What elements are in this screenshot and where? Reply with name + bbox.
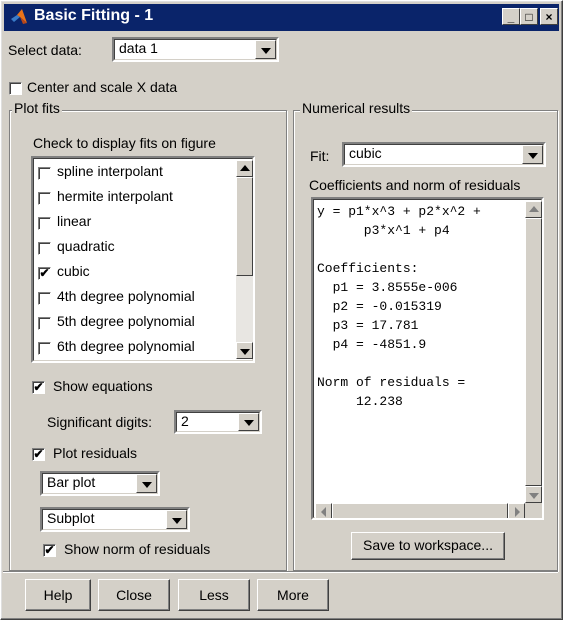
fit-dropdown-value: cubic xyxy=(349,145,382,161)
center-scale-label: Center and scale X data xyxy=(27,79,178,95)
results-caption: Coefficients and norm of residuals xyxy=(309,177,521,193)
fit-dropdown[interactable]: cubic xyxy=(342,142,546,167)
residual-plot-type-value: Bar plot xyxy=(47,474,96,490)
fits-list-caption: Check to display fits on figure xyxy=(33,135,216,151)
window-title: Basic Fitting - 1 xyxy=(34,7,154,24)
arrow-left-icon xyxy=(320,506,326,517)
fit-item-label: cubic xyxy=(57,263,90,279)
fit-item-label: 4th degree polynomial xyxy=(57,288,195,304)
residual-location-dropdown-button[interactable] xyxy=(166,510,187,529)
arrow-down-icon xyxy=(528,492,539,499)
matlab-logo-icon xyxy=(11,9,27,24)
fit-checkbox[interactable] xyxy=(38,342,51,355)
help-button[interactable]: Help xyxy=(25,579,91,611)
plot-residuals-checkbox[interactable]: ✔ xyxy=(32,448,45,461)
fit-item-spline[interactable]: spline interpolant xyxy=(35,160,235,186)
show-norm-checkbox[interactable]: ✔ xyxy=(43,544,56,557)
results-vertical-thumb[interactable] xyxy=(525,218,542,486)
results-text: y = p1*x^3 + p2*x^2 + p3*x^1 + p4 Coeffi… xyxy=(317,204,481,409)
fit-item-label: 6th degree polynomial xyxy=(57,338,195,354)
fit-item-label: linear xyxy=(57,213,92,229)
less-button[interactable]: Less xyxy=(178,579,250,611)
arrow-up-icon xyxy=(239,164,250,171)
fit-item-quadratic[interactable]: quadratic xyxy=(35,235,235,261)
plot-fits-title: Plot fits xyxy=(12,100,62,116)
fits-scroll-down-button[interactable] xyxy=(236,342,253,359)
fit-checkbox[interactable] xyxy=(38,217,51,230)
significant-digits-value: 2 xyxy=(181,413,189,429)
fit-item-hermite[interactable]: hermite interpolant xyxy=(35,185,235,211)
fit-item-label: hermite interpolant xyxy=(57,188,173,204)
select-data-dropdown[interactable]: data 1 xyxy=(112,37,279,62)
chevron-down-icon xyxy=(527,152,538,159)
fit-checkbox[interactable] xyxy=(38,192,51,205)
minimize-icon: _ xyxy=(507,10,515,24)
numerical-results-title: Numerical results xyxy=(300,100,413,116)
fit-checkbox[interactable] xyxy=(38,167,51,180)
close-window-button[interactable]: × xyxy=(540,8,558,25)
minimize-button[interactable]: _ xyxy=(502,8,520,25)
fits-listbox[interactable]: spline interpolant hermite interpolant l… xyxy=(31,156,255,363)
chevron-down-icon xyxy=(243,420,254,426)
fit-checkbox[interactable] xyxy=(38,317,51,330)
fit-checkbox[interactable] xyxy=(38,292,51,305)
results-horizontal-thumb[interactable] xyxy=(332,503,508,518)
residual-location-dropdown[interactable]: Subplot xyxy=(40,507,190,532)
arrow-down-icon xyxy=(239,348,250,355)
fit-checkbox[interactable] xyxy=(38,242,51,255)
plot-residuals-label: Plot residuals xyxy=(53,445,138,461)
fit-item-label: quadratic xyxy=(57,238,115,254)
results-scroll-right-button[interactable] xyxy=(508,503,525,518)
select-data-label: Select data: xyxy=(8,42,82,58)
basic-fitting-window: Basic Fitting - 1 _ □ × Select data: dat… xyxy=(0,0,563,620)
results-scroll-up-button[interactable] xyxy=(525,201,542,218)
fit-item-cubic[interactable]: ✔ cubic xyxy=(35,260,235,286)
significant-digits-dropdown-button[interactable] xyxy=(238,413,259,431)
fit-item-5th-degree[interactable]: 5th degree polynomial xyxy=(35,310,235,336)
chevron-down-icon xyxy=(260,47,271,54)
residual-plot-type-dropdown[interactable]: Bar plot xyxy=(40,471,160,496)
select-data-dropdown-button[interactable] xyxy=(255,40,276,59)
fits-scroll-up-button[interactable] xyxy=(236,160,253,177)
arrow-up-icon xyxy=(528,205,539,212)
center-scale-checkbox[interactable] xyxy=(9,82,22,95)
arrow-right-icon xyxy=(514,506,520,517)
fit-item-4th-degree[interactable]: 4th degree polynomial xyxy=(35,285,235,311)
footer-separator xyxy=(3,571,558,573)
show-equations-checkbox[interactable]: ✔ xyxy=(32,381,45,394)
close-button[interactable]: Close xyxy=(98,579,170,611)
significant-digits-dropdown[interactable]: 2 xyxy=(174,410,262,434)
fit-item-label: spline interpolant xyxy=(57,163,163,179)
significant-digits-label: Significant digits: xyxy=(47,414,153,430)
chevron-down-icon xyxy=(141,481,152,488)
chevron-down-icon xyxy=(171,517,182,524)
fit-item-6th-degree[interactable]: 6th degree polynomial xyxy=(35,335,235,361)
results-scroll-down-button[interactable] xyxy=(525,486,542,503)
fit-checkbox-checked[interactable]: ✔ xyxy=(38,267,51,280)
maximize-icon: □ xyxy=(525,10,533,24)
show-equations-label: Show equations xyxy=(53,378,153,394)
fit-dropdown-button[interactable] xyxy=(522,145,543,164)
results-scroll-left-button[interactable] xyxy=(315,503,332,518)
fits-scroll-thumb[interactable] xyxy=(236,177,253,276)
results-textbox[interactable]: y = p1*x^3 + p2*x^2 + p3*x^1 + p4 Coeffi… xyxy=(311,197,544,520)
close-icon: × xyxy=(545,10,553,24)
residual-plot-type-dropdown-button[interactable] xyxy=(136,474,157,493)
residual-location-value: Subplot xyxy=(47,510,95,526)
scrollbar-corner xyxy=(525,503,542,518)
fit-item-linear[interactable]: linear xyxy=(35,210,235,236)
show-norm-label: Show norm of residuals xyxy=(64,541,211,557)
fit-item-label: 5th degree polynomial xyxy=(57,313,195,329)
more-button[interactable]: More xyxy=(257,579,329,611)
maximize-button[interactable]: □ xyxy=(520,8,538,25)
fits-list: spline interpolant hermite interpolant l… xyxy=(35,160,235,361)
select-data-value: data 1 xyxy=(119,40,158,56)
save-to-workspace-button[interactable]: Save to workspace... xyxy=(351,532,505,560)
title-bar[interactable]: Basic Fitting - 1 _ □ × xyxy=(4,4,559,31)
fit-label: Fit: xyxy=(310,148,330,164)
